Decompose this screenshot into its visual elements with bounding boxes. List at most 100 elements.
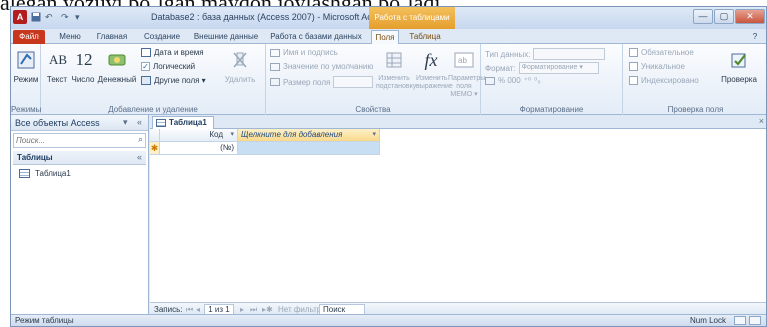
nav-header[interactable]: Все объекты Access ▾ «: [11, 115, 148, 131]
ribbon: Режим Режимы AB Текст 12 Число Денежный: [11, 44, 766, 115]
data-type-select[interactable]: [533, 48, 606, 60]
nav-search-input[interactable]: [16, 135, 126, 146]
access-app-icon[interactable]: A: [13, 10, 27, 24]
close-button[interactable]: ✕: [735, 9, 765, 24]
group-formatting: Тип данных: Формат: Форматирование ▾ % 0…: [481, 44, 623, 115]
decimal-increase-icon[interactable]: ⁺⁰: [524, 76, 531, 85]
nav-dropdown-icon[interactable]: ▾: [123, 117, 128, 128]
currency-icon: [104, 47, 130, 73]
redo-icon[interactable]: ↷: [61, 12, 69, 23]
table-row: ✱ (№): [150, 142, 380, 155]
close-document-icon[interactable]: ×: [759, 116, 764, 126]
delete-button[interactable]: Удалить: [221, 47, 259, 84]
table-icon: [156, 119, 166, 127]
tab-fields[interactable]: Поля: [371, 30, 399, 44]
column-header-add[interactable]: Щелкните для добавления ▾: [238, 129, 380, 142]
view-button[interactable]: Режим: [12, 47, 40, 84]
nav-item-table1[interactable]: Таблица1: [13, 167, 146, 181]
prev-record-icon[interactable]: ◂: [196, 305, 200, 314]
delete-label: Удалить: [224, 75, 256, 84]
minimize-button[interactable]: —: [693, 9, 713, 24]
name-caption-icon: [270, 48, 280, 57]
select-all-cell[interactable]: [150, 129, 160, 142]
new-record-icon[interactable]: ✱: [150, 142, 160, 155]
currency-field-button[interactable]: Денежный: [97, 47, 137, 84]
checkbox-icon: [141, 62, 150, 71]
number-format-row: % 000 ⁺⁰ ⁰₀: [485, 76, 541, 85]
required-checkbox-box: [629, 48, 638, 57]
tab-home[interactable]: Главная: [91, 30, 133, 44]
required-checkbox[interactable]: Обязательное: [629, 48, 694, 57]
cell-kod[interactable]: (№): [160, 142, 238, 155]
column-header-kod[interactable]: Код ▾: [160, 129, 238, 142]
indexed-checkbox[interactable]: Индексировано: [629, 76, 699, 85]
fx-icon: fx: [424, 49, 438, 70]
access-window: A ↶ ↷ ▾ Database2 : база данных (Access …: [10, 6, 767, 327]
add-column-caret-icon[interactable]: ▾: [372, 129, 376, 141]
tab-table[interactable]: Таблица: [403, 30, 447, 44]
tab-external-data[interactable]: Внешние данные: [189, 30, 263, 44]
more-fields-label: Другие поля ▾: [154, 76, 206, 85]
next-record-icon[interactable]: ▸: [240, 305, 244, 314]
yes-no-button[interactable]: Логический: [141, 62, 195, 71]
tab-file[interactable]: Файл: [13, 30, 45, 44]
nav-group-label: Таблицы: [17, 153, 53, 162]
validation-button[interactable]: Проверка: [719, 47, 759, 84]
date-time-label: Дата и время: [154, 48, 204, 57]
default-value-button[interactable]: Значение по умолчанию: [270, 62, 373, 71]
data-type-label: Тип данных:: [485, 49, 531, 59]
tab-menu[interactable]: Меню: [53, 30, 87, 44]
unique-label: Уникальное: [641, 62, 685, 71]
table-icon: [19, 169, 30, 178]
column-header-add-label: Щелкните для добавления: [241, 130, 343, 139]
modify-expression-button[interactable]: fx Изменить выражение: [416, 47, 453, 91]
tab-database-tools[interactable]: Работа с базами данных: [265, 30, 367, 44]
datasheet-view-icon[interactable]: [734, 316, 746, 325]
status-bar: Режим таблицы Num Lock: [11, 314, 766, 326]
tab-create[interactable]: Создание: [139, 30, 185, 44]
modify-lookups-button[interactable]: Изменить подстановку: [376, 47, 416, 91]
record-label: Запись:: [154, 305, 183, 314]
new-record-nav-icon[interactable]: ▸✱: [262, 305, 273, 314]
name-caption-button[interactable]: Имя и подпись: [270, 48, 338, 57]
qat-customize-icon[interactable]: ▾: [75, 12, 80, 23]
text-field-button[interactable]: AB Текст: [45, 47, 69, 84]
status-mode: Режим таблицы: [15, 316, 74, 325]
nav-search-box: ⌕: [13, 133, 146, 148]
indexed-label: Индексировано: [641, 76, 699, 85]
nav-collapse-icon[interactable]: «: [137, 117, 142, 127]
nav-item-label: Таблица1: [35, 169, 71, 178]
group-validation: Обязательное Уникальное Индексировано Пр…: [623, 44, 766, 115]
sort-caret-icon[interactable]: ▾: [230, 129, 234, 141]
title-bar: A ↶ ↷ ▾ Database2 : база данных (Access …: [11, 7, 766, 29]
number-field-button[interactable]: 12 Число: [71, 47, 95, 84]
search-icon[interactable]: ⌕: [138, 134, 143, 145]
more-fields-icon: [141, 76, 151, 85]
date-time-button[interactable]: Дата и время: [141, 48, 204, 57]
maximize-button[interactable]: ▢: [714, 9, 734, 24]
yes-no-label: Логический: [153, 62, 196, 71]
more-fields-button[interactable]: Другие поля ▾: [141, 76, 206, 85]
group-views-label: Режимы: [11, 105, 42, 114]
undo-icon[interactable]: ↶: [45, 12, 53, 23]
document-tab-table1[interactable]: Таблица1: [152, 116, 214, 129]
percent-format-button[interactable]: % 000: [498, 76, 521, 85]
cell-add[interactable]: [238, 142, 380, 155]
field-size-label: Размер поля: [283, 77, 331, 87]
memo-icon: ab: [451, 47, 477, 73]
unique-checkbox[interactable]: Уникальное: [629, 62, 685, 71]
save-icon[interactable]: [31, 12, 41, 24]
decimal-decrease-icon[interactable]: ⁰₀: [534, 76, 541, 85]
field-size-icon: [270, 78, 280, 86]
nav-group-tables[interactable]: Таблицы «: [13, 151, 146, 165]
help-icon[interactable]: ?: [747, 30, 763, 44]
field-size-input[interactable]: [333, 76, 374, 88]
calendar-icon: [141, 48, 151, 57]
chevron-up-icon[interactable]: «: [137, 152, 142, 162]
design-view-icon[interactable]: [749, 316, 761, 325]
format-select[interactable]: Форматирование ▾: [518, 62, 599, 74]
validation-label: Проверка: [721, 75, 757, 84]
currency-format-icon[interactable]: [485, 76, 495, 85]
memo-settings-button[interactable]: ab Параметры поля MEMO ▾: [448, 47, 485, 99]
ribbon-tabs: Файл Меню Главная Создание Внешние данны…: [11, 29, 766, 44]
